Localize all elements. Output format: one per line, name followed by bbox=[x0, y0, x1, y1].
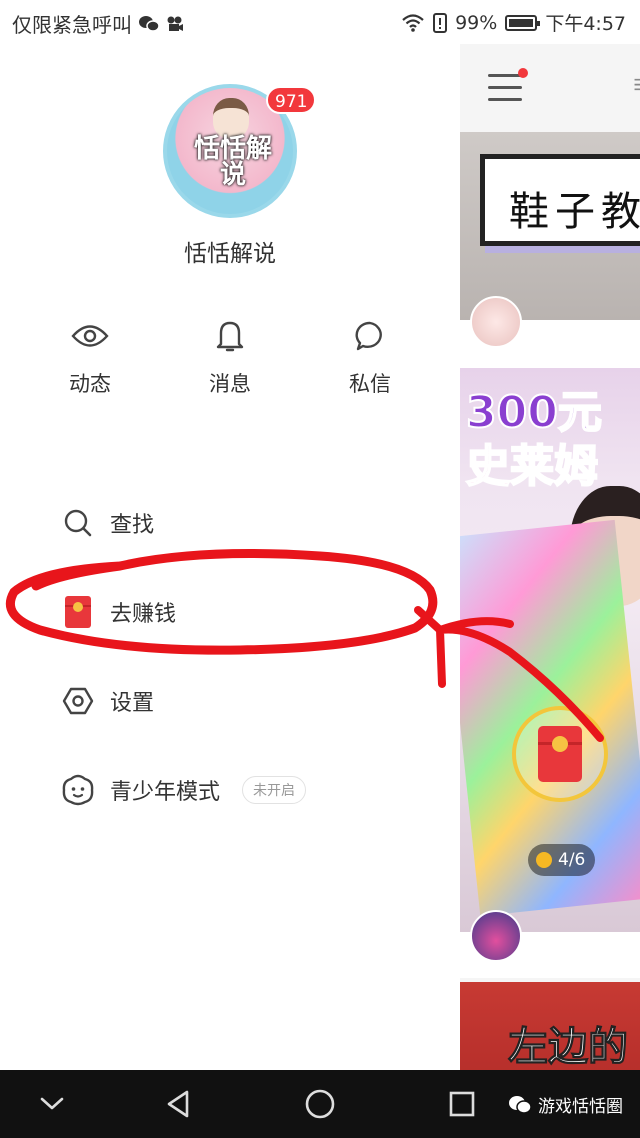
wechat-icon bbox=[139, 15, 160, 32]
clock: 下午4:57 bbox=[545, 13, 626, 35]
nav-home-button[interactable] bbox=[300, 1084, 340, 1124]
home-circle-icon bbox=[305, 1089, 335, 1119]
menu-item-label: 设置 bbox=[110, 691, 155, 716]
video-icon bbox=[167, 16, 183, 31]
quick-action-dynamics[interactable]: 动态 bbox=[40, 316, 140, 398]
card3-title: 左边的 bbox=[508, 1024, 629, 1071]
quick-action-label: 动态 bbox=[69, 372, 111, 396]
menu-item-settings[interactable]: 设置 bbox=[60, 676, 154, 726]
back-triangle-icon bbox=[167, 1090, 189, 1118]
feed-card-3[interactable]: 左边的 bbox=[460, 982, 640, 1070]
side-drawer: 恬恬解说 971 恬恬解说 动态 消息 私信 查找 去赚钱 设置 青少年模式 未… bbox=[0, 44, 460, 1070]
feed-tab-fragment: ∍ bbox=[632, 70, 640, 98]
menu-item-search[interactable]: 查找 bbox=[60, 498, 154, 548]
nav-recents-button[interactable] bbox=[442, 1084, 482, 1124]
menu-item-teen-mode[interactable]: 青少年模式 未开启 bbox=[60, 765, 307, 815]
notification-badge: 971 bbox=[266, 86, 317, 114]
avatar-character bbox=[213, 98, 249, 138]
menu-item-label: 青少年模式 bbox=[110, 780, 221, 805]
teen-mode-status-tag: 未开启 bbox=[242, 776, 307, 804]
quick-action-label: 消息 bbox=[209, 372, 251, 396]
card1-sign: 鞋子教 bbox=[480, 154, 640, 246]
menu-item-label: 查找 bbox=[110, 513, 155, 538]
system-nav-bar: 游戏恬恬圈 bbox=[0, 1070, 640, 1138]
chat-bubble-icon bbox=[355, 321, 382, 351]
username[interactable]: 恬恬解说 bbox=[0, 234, 460, 268]
card2-author-avatar[interactable] bbox=[470, 910, 522, 962]
quick-action-label: 私信 bbox=[349, 372, 391, 396]
feed-card-2[interactable]: 300元 史莱姆 4/6 bbox=[460, 368, 640, 932]
battery-icon bbox=[505, 14, 541, 31]
counter-text: 4/6 bbox=[558, 850, 586, 870]
quick-action-messages[interactable]: 消息 bbox=[180, 316, 280, 398]
watermark-text: 游戏恬恬圈 bbox=[538, 1097, 623, 1117]
menu-item-label: 去赚钱 bbox=[110, 602, 177, 627]
coin-icon bbox=[536, 852, 552, 868]
carrier-text: 仅限紧急呼叫 bbox=[12, 13, 132, 37]
red-packet-icon bbox=[538, 726, 582, 782]
feed-panel[interactable]: ∍ 鞋子教 300元 史莱姆 4/6 左边的 bbox=[460, 44, 640, 1070]
recents-square-icon bbox=[449, 1091, 475, 1117]
card1-title: 鞋子教 bbox=[509, 189, 640, 235]
alert-icon bbox=[433, 12, 448, 33]
red-packet-float-button[interactable] bbox=[512, 706, 608, 802]
feed-card-1[interactable]: 鞋子教 bbox=[460, 132, 640, 320]
wechat-icon bbox=[509, 1095, 532, 1114]
bell-icon bbox=[216, 321, 244, 352]
status-right: 99% 下午4:57 bbox=[401, 9, 626, 36]
child-face-icon bbox=[62, 774, 94, 806]
watermark: 游戏恬恬圈 bbox=[508, 1092, 623, 1117]
notification-dot bbox=[518, 68, 528, 78]
hamburger-icon[interactable] bbox=[488, 74, 522, 110]
nav-collapse-button[interactable] bbox=[32, 1084, 72, 1124]
wifi-icon bbox=[402, 13, 424, 32]
status-bar: 仅限紧急呼叫 99% 下午4:57 bbox=[0, 0, 640, 44]
card2-title-line2: 史莱姆 bbox=[465, 440, 599, 493]
red-packet-icon bbox=[65, 596, 91, 628]
menu-item-earn-money[interactable]: 去赚钱 bbox=[60, 587, 176, 637]
card1-author-avatar[interactable] bbox=[470, 296, 522, 348]
back-chevron-icon bbox=[40, 1097, 64, 1110]
eye-icon bbox=[71, 325, 109, 347]
search-icon bbox=[64, 509, 92, 537]
red-packet-counter: 4/6 bbox=[528, 844, 596, 876]
avatar-text: 恬恬解说 bbox=[193, 134, 272, 190]
settings-hexagon-icon bbox=[62, 687, 94, 715]
quick-action-private-messages[interactable]: 私信 bbox=[320, 316, 420, 398]
nav-back-button[interactable] bbox=[158, 1084, 198, 1124]
status-left: 仅限紧急呼叫 bbox=[12, 9, 184, 38]
battery-percent: 99% bbox=[455, 11, 498, 34]
